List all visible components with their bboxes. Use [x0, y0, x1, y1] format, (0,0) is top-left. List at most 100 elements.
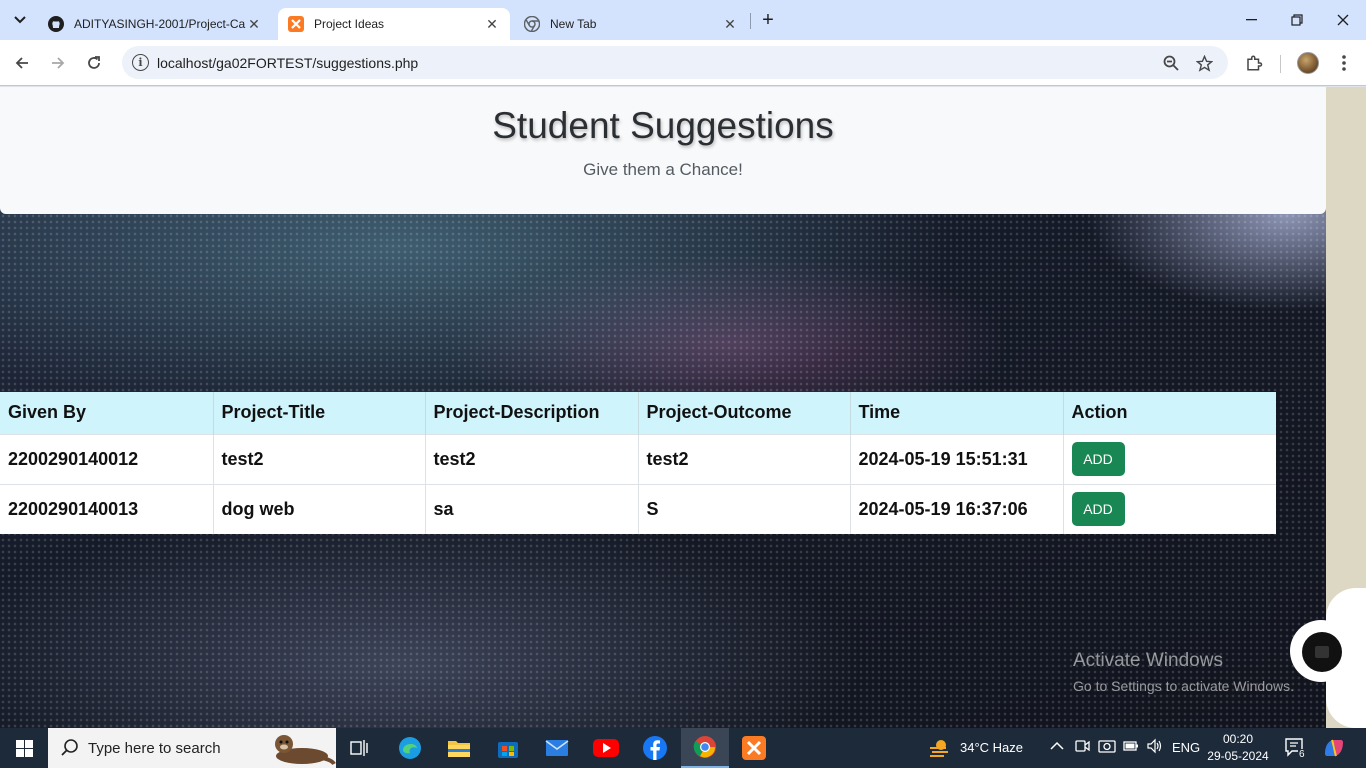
- browser-toolbar: i localhost/ga02FORTEST/suggestions.php: [0, 40, 1366, 86]
- project-description-cell: sa: [425, 483, 639, 534]
- taskbar-store[interactable]: [484, 728, 532, 768]
- task-view-button[interactable]: [336, 728, 384, 768]
- tab-title: Project Ideas: [314, 17, 385, 31]
- back-button[interactable]: [8, 49, 36, 77]
- plus-icon: +: [762, 8, 774, 31]
- action-cell: ADD: [1063, 433, 1276, 484]
- table-row: 2200290140013 dog web sa S 2024-05-19 16…: [0, 483, 1276, 534]
- taskbar-file-explorer[interactable]: [435, 728, 483, 768]
- xampp-icon: [742, 736, 766, 760]
- page-title: Student Suggestions: [492, 105, 834, 146]
- notification-count: 6: [1298, 749, 1306, 760]
- extensions-icon[interactable]: [1241, 50, 1267, 76]
- close-icon[interactable]: ✕: [722, 16, 738, 32]
- given-by-cell: 2200290140012: [0, 433, 214, 484]
- facebook-icon: [643, 736, 667, 760]
- copilot-icon[interactable]: [1322, 736, 1346, 763]
- table-header-row: Given By Project-Title Project-Descripti…: [0, 392, 1276, 434]
- tab-github[interactable]: ADITYASINGH-2001/Project-Ca ✕: [38, 8, 272, 40]
- meet-now-icon[interactable]: [1074, 738, 1090, 757]
- floating-chat-button[interactable]: [1302, 632, 1342, 672]
- close-window-button[interactable]: [1320, 0, 1366, 40]
- given-by-cell: 2200290140013: [0, 483, 214, 534]
- time-cell: 2024-05-19 16:37:06: [850, 483, 1064, 534]
- profile-avatar[interactable]: [1297, 52, 1319, 74]
- taskbar-facebook[interactable]: [631, 728, 679, 768]
- weather-text[interactable]: 34°C Haze: [960, 740, 1023, 755]
- project-outcome-cell: S: [638, 483, 851, 534]
- clock-date: 29-05-2024: [1207, 749, 1269, 763]
- restore-icon: [1291, 14, 1303, 26]
- toolbar-divider: [1280, 55, 1281, 73]
- chat-icon: [1315, 646, 1329, 658]
- reload-button[interactable]: [80, 49, 108, 77]
- project-title-cell: test2: [213, 433, 426, 484]
- task-view-icon: [350, 740, 368, 756]
- site-info-icon[interactable]: i: [132, 54, 149, 71]
- taskbar-edge[interactable]: [386, 728, 434, 768]
- reload-icon: [88, 56, 100, 69]
- xampp-icon: [288, 16, 304, 32]
- otter-illustration-icon: [275, 735, 336, 766]
- zoom-icon[interactable]: [1160, 52, 1182, 74]
- watermark-title: Activate Windows: [1073, 650, 1223, 671]
- folder-icon: [448, 741, 470, 757]
- minimize-button[interactable]: [1228, 0, 1274, 40]
- camera-app-icon[interactable]: [1098, 738, 1116, 757]
- language-indicator[interactable]: ENG: [1172, 740, 1200, 755]
- taskbar-youtube[interactable]: [582, 728, 630, 768]
- add-button[interactable]: ADD: [1071, 442, 1125, 476]
- restore-button[interactable]: [1274, 0, 1320, 40]
- url-text: localhost/ga02FORTEST/suggestions.php: [157, 55, 419, 71]
- weather-haze-icon: [930, 740, 948, 757]
- column-header: Project-Title: [213, 392, 426, 434]
- page-viewport: Student Suggestions Give them a Chance! …: [0, 87, 1326, 728]
- taskbar-search[interactable]: Type here to search: [48, 728, 336, 768]
- taskbar-mail[interactable]: [533, 728, 581, 768]
- address-bar[interactable]: i localhost/ga02FORTEST/suggestions.php: [122, 46, 1228, 79]
- search-placeholder: Type here to search: [88, 740, 221, 757]
- time-cell: 2024-05-19 15:51:31: [850, 433, 1064, 484]
- bookmark-star-icon[interactable]: [1193, 52, 1215, 74]
- close-icon[interactable]: ✕: [246, 16, 262, 32]
- close-icon[interactable]: ✕: [484, 16, 500, 32]
- forward-button[interactable]: [44, 49, 72, 77]
- windows-taskbar: Type here to search 34°C Haze ENG 00:20 …: [0, 728, 1366, 768]
- table-row: 2200290140012 test2 test2 test2 2024-05-…: [0, 433, 1276, 484]
- chrome-icon: [524, 16, 540, 32]
- arrow-right-icon: [52, 57, 65, 69]
- add-button[interactable]: ADD: [1071, 492, 1125, 527]
- menu-kebab-icon[interactable]: [1331, 50, 1357, 76]
- volume-icon[interactable]: [1146, 738, 1164, 757]
- taskbar-clock[interactable]: 00:20 29-05-2024: [1204, 731, 1272, 765]
- chevron-up-icon[interactable]: [1050, 738, 1064, 754]
- clock-time: 00:20: [1222, 732, 1254, 746]
- column-header: Project-Outcome: [638, 392, 851, 434]
- minimize-icon: [1245, 19, 1257, 21]
- column-header: Given By: [0, 392, 214, 434]
- project-outcome-cell: test2: [638, 433, 851, 484]
- column-header: Action: [1063, 392, 1276, 434]
- tab-project-ideas[interactable]: Project Ideas ✕: [278, 8, 510, 40]
- new-tab-button[interactable]: +: [756, 8, 780, 32]
- start-button[interactable]: [0, 728, 48, 768]
- chevron-down-icon: [14, 16, 26, 24]
- page-subtitle: Give them a Chance!: [583, 160, 743, 179]
- tab-new-tab[interactable]: New Tab ✕: [514, 8, 748, 40]
- taskbar-chrome[interactable]: [681, 728, 729, 768]
- taskbar-xampp[interactable]: [730, 728, 778, 768]
- store-icon: [498, 742, 518, 758]
- close-icon: [1337, 14, 1349, 26]
- page-header: Student Suggestions Give them a Chance!: [0, 87, 1326, 214]
- action-cell: ADD: [1063, 483, 1276, 534]
- suggestions-table: Given By Project-Title Project-Descripti…: [0, 392, 1276, 534]
- edge-icon: [399, 737, 421, 759]
- search-icon: [61, 739, 78, 756]
- tab-search-button[interactable]: [8, 8, 32, 32]
- battery-icon[interactable]: [1123, 738, 1139, 757]
- watermark-subtitle: Go to Settings to activate Windows.: [1073, 678, 1294, 694]
- tab-title: New Tab: [550, 17, 597, 31]
- tab-divider: [750, 13, 751, 29]
- project-title-cell: dog web: [213, 483, 426, 534]
- column-header: Time: [850, 392, 1064, 434]
